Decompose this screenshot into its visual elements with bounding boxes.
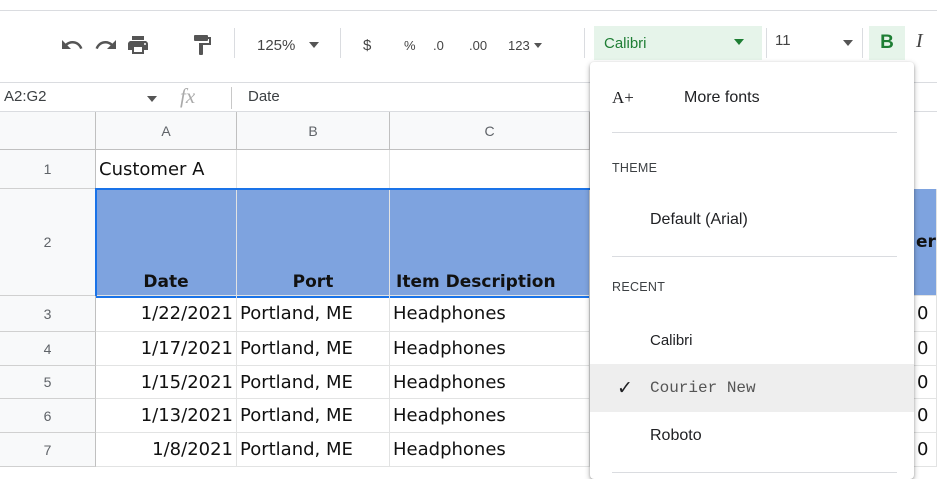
theme-section-label: THEME — [612, 161, 658, 175]
font-item-roboto[interactable]: Roboto — [590, 412, 914, 460]
cell-b6[interactable]: Portland, ME — [237, 399, 390, 433]
cell-c6[interactable]: Headphones — [390, 399, 590, 433]
font-family-select[interactable]: Calibri — [594, 26, 762, 60]
cell-c1[interactable] — [390, 150, 590, 189]
menu-divider — [612, 132, 897, 133]
cell-c4[interactable]: Headphones — [390, 332, 590, 366]
cell-c7[interactable]: Headphones — [390, 433, 590, 467]
increase-decimal-button[interactable]: .00 — [469, 33, 487, 57]
cell-e7[interactable]: 0 — [914, 433, 937, 467]
chevron-down-icon[interactable] — [843, 40, 853, 46]
cell-a4[interactable]: 1/17/2021 — [96, 332, 237, 366]
font-item-label: Courier New — [650, 379, 756, 397]
zoom-select[interactable]: 125% — [257, 33, 320, 57]
toolbar-divider — [584, 28, 585, 58]
row-header-2[interactable]: 2 — [0, 189, 96, 296]
formula-input[interactable]: Date — [248, 88, 280, 105]
italic-button[interactable]: I — [916, 30, 923, 53]
cell-a5[interactable]: 1/15/2021 — [96, 366, 237, 399]
currency-format-button[interactable]: $ — [363, 33, 371, 57]
bold-button[interactable]: B — [869, 26, 905, 60]
more-fonts-item[interactable]: A+ More fonts — [590, 74, 914, 122]
cell-e4[interactable]: 0 — [914, 332, 937, 366]
cell-b5[interactable]: Portland, ME — [237, 366, 390, 399]
menu-divider — [612, 472, 897, 473]
font-item-calibri[interactable]: Calibri — [590, 316, 914, 364]
font-item-label: Calibri — [650, 331, 693, 349]
more-fonts-label: More fonts — [684, 89, 760, 106]
font-size-select[interactable]: 11 — [775, 32, 791, 49]
select-all-corner[interactable] — [0, 112, 96, 150]
chevron-down-icon — [309, 42, 320, 48]
more-fonts-icon: A+ — [612, 88, 634, 107]
font-menu: A+ More fonts THEME Default (Arial) RECE… — [590, 62, 914, 479]
cell-a7[interactable]: 1/8/2021 — [96, 433, 237, 467]
decrease-decimal-button[interactable]: .0 — [433, 33, 444, 57]
cell-c2[interactable]: Item Description — [390, 189, 590, 296]
cell-b1[interactable] — [237, 150, 390, 189]
cell-a6[interactable]: 1/13/2021 — [96, 399, 237, 433]
row-header-7[interactable]: 7 — [0, 433, 96, 467]
cell-a1[interactable]: Customer A — [96, 150, 237, 189]
cell-e3[interactable]: 0 — [914, 296, 937, 332]
column-header-b[interactable]: B — [237, 112, 390, 150]
column-header-c[interactable]: C — [390, 112, 590, 150]
formula-divider — [231, 87, 232, 109]
cell-e6[interactable]: 0 — [914, 399, 937, 433]
cell-a2[interactable]: Date — [96, 189, 237, 296]
chevron-down-icon — [533, 42, 542, 48]
cell-b2[interactable]: Port — [237, 189, 390, 296]
more-formats-label: 123 — [508, 37, 530, 53]
zoom-value: 125% — [257, 36, 296, 54]
cell-b7[interactable]: Portland, ME — [237, 433, 390, 467]
checkmark-icon: ✓ — [617, 377, 633, 399]
undo-icon[interactable] — [60, 33, 84, 57]
increase-decimal-label: .00 — [469, 37, 488, 53]
font-family-value: Calibri — [604, 34, 647, 52]
cell-e2[interactable]: er — [914, 189, 937, 296]
menu-divider — [612, 256, 897, 257]
cell-b4[interactable]: Portland, ME — [237, 332, 390, 366]
paint-format-icon[interactable] — [190, 33, 214, 57]
toolbar-divider — [766, 28, 767, 58]
chevron-down-icon[interactable] — [147, 96, 157, 102]
row-header-4[interactable]: 4 — [0, 332, 96, 366]
row-header-3[interactable]: 3 — [0, 296, 96, 332]
font-item-label: Roboto — [650, 427, 702, 444]
cell-e5[interactable]: 0 — [914, 366, 937, 399]
decrease-decimal-label: .0 — [433, 37, 444, 53]
more-formats-button[interactable]: 123 — [508, 33, 542, 57]
chevron-down-icon — [734, 39, 744, 45]
print-icon[interactable] — [126, 33, 150, 57]
recent-section-label: RECENT — [612, 280, 666, 294]
fx-icon: fx — [180, 84, 196, 108]
percent-format-button[interactable]: % — [404, 33, 416, 57]
row-header-5[interactable]: 5 — [0, 366, 96, 399]
toolbar-divider — [234, 28, 235, 58]
column-header-a[interactable]: A — [96, 112, 237, 150]
cell-b3[interactable]: Portland, ME — [237, 296, 390, 332]
redo-icon[interactable] — [94, 33, 118, 57]
name-box[interactable]: A2:G2 — [4, 88, 47, 105]
cell-a3[interactable]: 1/22/2021 — [96, 296, 237, 332]
toolbar-top-divider — [0, 10, 937, 11]
cell-c3[interactable]: Headphones — [390, 296, 590, 332]
cell-c5[interactable]: Headphones — [390, 366, 590, 399]
row-header-6[interactable]: 6 — [0, 399, 96, 433]
toolbar-divider — [862, 28, 863, 58]
row-header-1[interactable]: 1 — [0, 150, 96, 189]
font-item-default-arial[interactable]: Default (Arial) — [590, 196, 914, 244]
font-item-courier-new[interactable]: ✓ Courier New — [590, 364, 914, 412]
font-item-label: Default (Arial) — [650, 211, 748, 228]
toolbar-divider — [340, 28, 341, 58]
